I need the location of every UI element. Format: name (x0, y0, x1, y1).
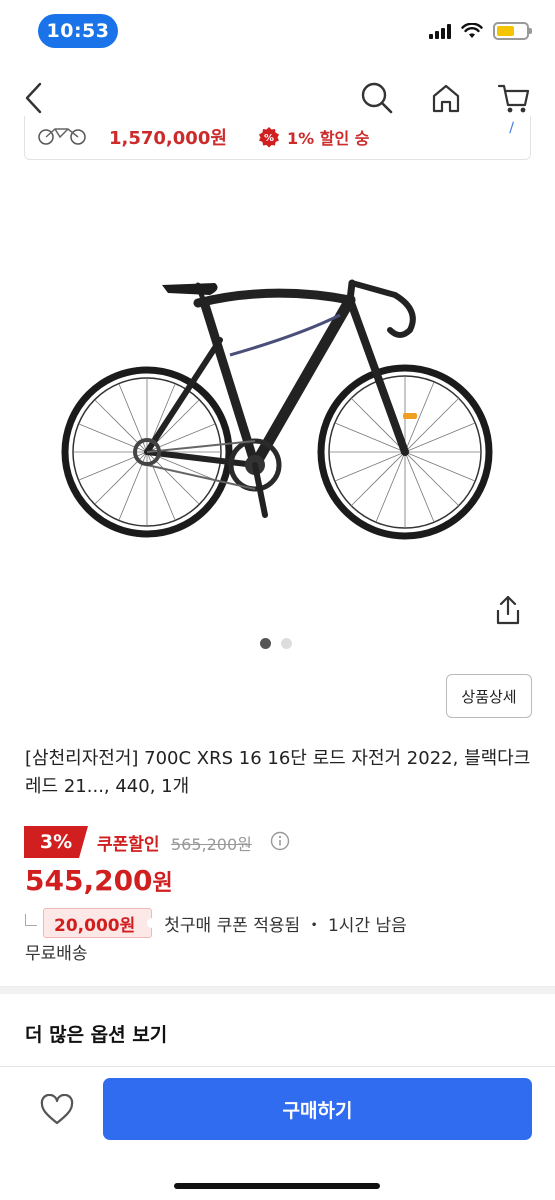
home-indicator[interactable] (174, 1183, 380, 1189)
wifi-icon (461, 23, 483, 38)
coupon-amount-tag: 20,000원 (43, 908, 153, 938)
signal-icon (429, 23, 451, 39)
share-button[interactable] (490, 590, 526, 630)
bottom-bar-divider (0, 1066, 555, 1067)
sale-price: 545,200원 (25, 864, 173, 897)
sale-price-unit: 원 (152, 871, 173, 896)
sale-price-number: 545,200 (25, 864, 153, 897)
gallery-dot-1[interactable] (260, 638, 271, 649)
pencil-icon: ∕ (509, 120, 514, 136)
cart-button[interactable] (494, 78, 534, 118)
wishlist-button[interactable] (36, 1090, 78, 1130)
coupon-info-text: 첫구매 쿠폰 적용됨 ・ 1시간 남음 (164, 915, 407, 936)
svg-text:%: % (264, 133, 274, 144)
search-icon (361, 82, 393, 114)
buy-button[interactable]: 구매하기 (103, 1078, 532, 1140)
coupon-discount-label: 쿠폰할인 (97, 835, 160, 855)
reflector (403, 413, 417, 419)
gallery-pagination (260, 638, 292, 649)
original-price: 565,200원 (171, 835, 252, 854)
indent-corner-icon (25, 914, 37, 926)
back-button[interactable] (14, 78, 54, 118)
banner-discount-text: 1% 할인 숭 (287, 129, 370, 148)
banner-price: 1,570,000원 (109, 128, 227, 149)
info-icon[interactable] (270, 831, 290, 851)
section-divider (0, 986, 555, 994)
product-image-gallery[interactable] (0, 165, 555, 625)
home-button[interactable] (426, 78, 466, 118)
heart-icon (40, 1094, 74, 1125)
product-detail-button[interactable]: 상품상세 (446, 674, 532, 718)
status-time: 10:53 (38, 14, 118, 48)
bicycle-thumbnail (38, 128, 86, 145)
search-button[interactable] (357, 78, 397, 118)
back-icon (25, 82, 42, 114)
product-title: [삼천리자전거] 700C XRS 16 16단 로드 자전거 2022, 블랙… (25, 748, 531, 797)
status-bar: 10:53 (0, 0, 555, 62)
related-product-banner[interactable]: 1,570,000원 % 1% 할인 숭 ∕ (24, 116, 531, 160)
cart-icon (497, 84, 530, 113)
discount-percent-badge: 3% (24, 826, 88, 858)
home-icon (432, 84, 460, 113)
product-image (61, 279, 493, 540)
battery-icon (493, 22, 532, 40)
shipping-info: 무료배송 (25, 944, 88, 964)
share-icon (496, 595, 520, 625)
more-options-link[interactable]: 더 많은 옵션 보기 (25, 1020, 167, 1047)
gallery-dot-2[interactable] (281, 638, 292, 649)
status-icons (429, 22, 532, 40)
discount-badge-icon: % (259, 127, 279, 148)
coupon-row: 20,000원 첫구매 쿠폰 적용됨 ・ 1시간 남음 (25, 906, 407, 940)
